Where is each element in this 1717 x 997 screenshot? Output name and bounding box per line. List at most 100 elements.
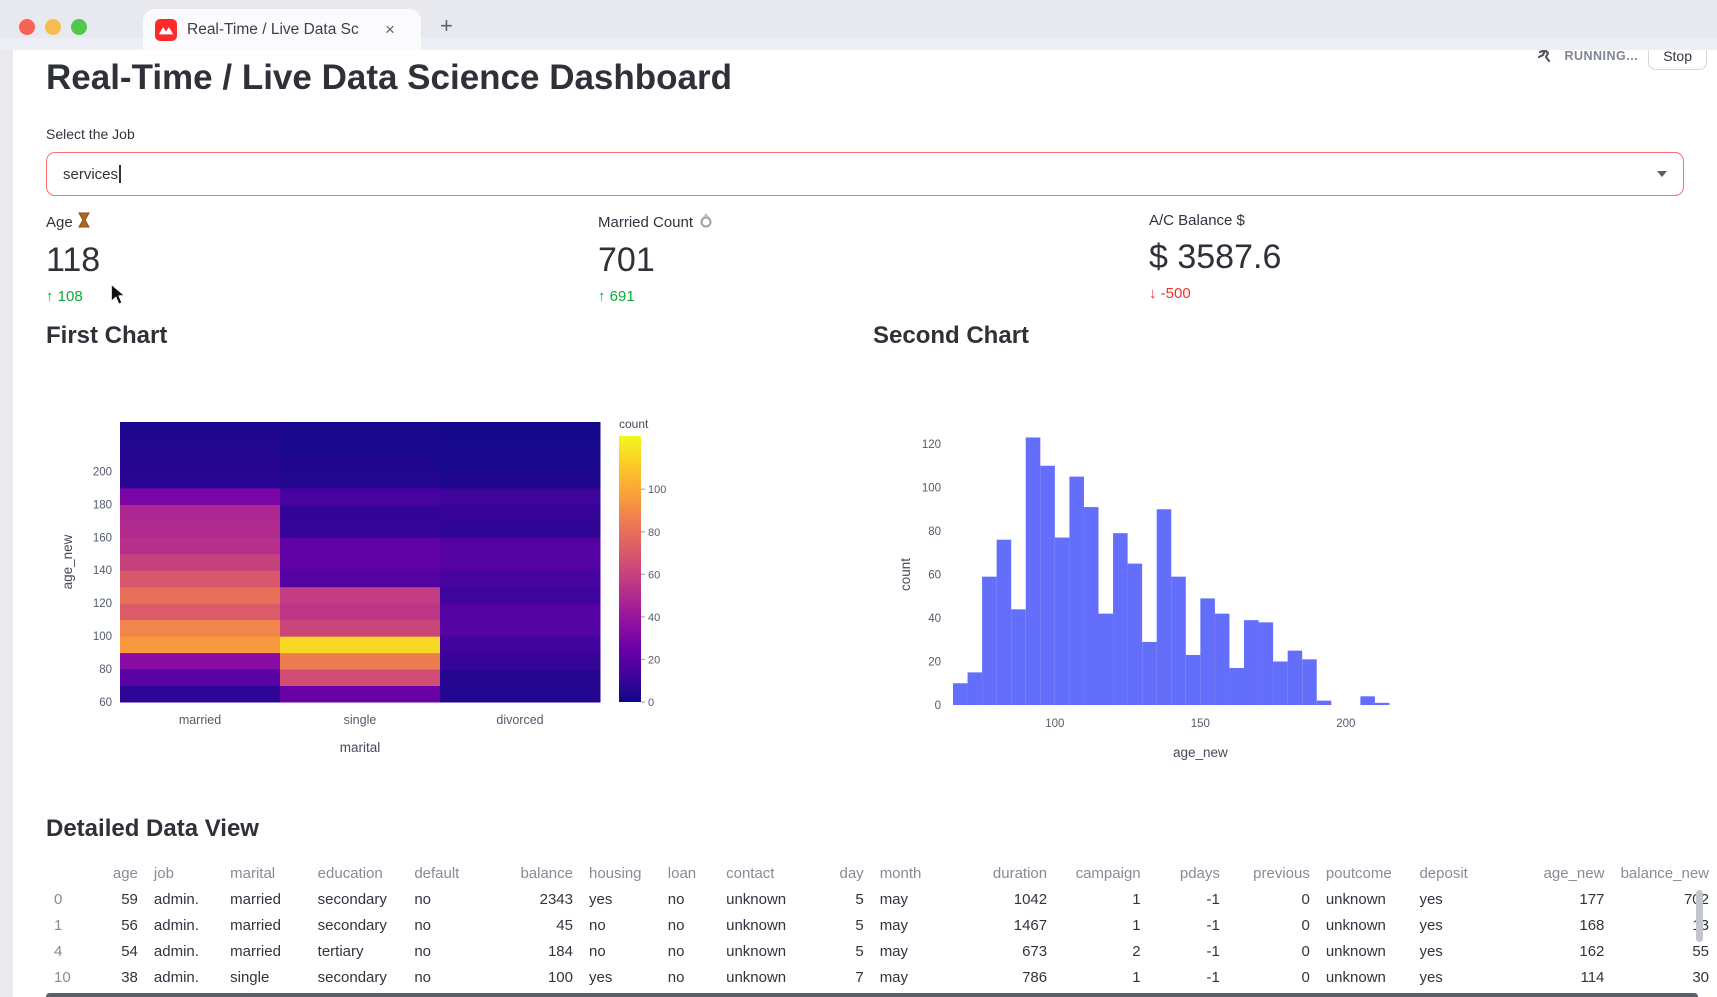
metric-balance: A/C Balance $ $ 3587.6 ↓ -500 — [1149, 212, 1281, 302]
table-cell: yes — [1411, 886, 1498, 912]
table-cell: 56 — [99, 912, 146, 938]
table-cell: admin. — [146, 964, 222, 990]
table-cell: contact — [718, 860, 823, 886]
metric-label: Married Count — [598, 214, 693, 231]
svg-text:20: 20 — [648, 654, 660, 666]
table-cell: 5 — [823, 886, 872, 912]
table-cell: unknown — [718, 938, 823, 964]
table-cell: previous — [1228, 860, 1318, 886]
table-cell: unknown — [718, 912, 823, 938]
svg-text:age_new: age_new — [1173, 745, 1228, 760]
table-scrollbar-vertical[interactable] — [1696, 890, 1703, 942]
table-cell: unknown — [1318, 912, 1412, 938]
table-cell: single — [222, 964, 310, 990]
table-cell: yes — [581, 964, 660, 990]
table-row: 1038admin.singlesecondaryno100yesnounkno… — [46, 964, 1717, 990]
table-cell: may — [872, 964, 942, 990]
table-cell: no — [660, 886, 718, 912]
svg-text:40: 40 — [928, 613, 941, 625]
metric-delta: ↑ 108 — [46, 288, 100, 305]
svg-text:age_new: age_new — [60, 534, 75, 589]
svg-text:200: 200 — [1336, 718, 1355, 730]
data-table[interactable]: agejobmaritaleducationdefaultbalancehous… — [46, 860, 1717, 997]
table-cell: married — [222, 886, 310, 912]
table-cell: 168 — [1499, 912, 1613, 938]
metric-value: $ 3587.6 — [1149, 238, 1281, 277]
table-cell: 0 — [1228, 964, 1318, 990]
section-heading-table: Detailed Data View — [46, 815, 259, 843]
window-gutter — [0, 50, 13, 997]
running-status: RUNNING... — [1564, 49, 1638, 63]
svg-text:160: 160 — [93, 532, 112, 544]
mouse-cursor-icon — [110, 284, 126, 311]
svg-text:60: 60 — [928, 570, 941, 582]
svg-text:married: married — [179, 713, 221, 727]
table-row: 059admin.marriedsecondaryno2343yesnounkn… — [46, 886, 1717, 912]
job-select[interactable]: services — [46, 152, 1684, 196]
table-cell: 0 — [1228, 886, 1318, 912]
table-cell: 1 — [1055, 912, 1149, 938]
table-cell: campaign — [1055, 860, 1149, 886]
table-cell: 114 — [1499, 964, 1613, 990]
table-cell: pdays — [1149, 860, 1228, 886]
table-cell — [46, 860, 99, 886]
table-cell: 10 — [46, 964, 99, 990]
table-cell: day — [823, 860, 872, 886]
svg-text:marital: marital — [340, 740, 381, 755]
traffic-light-minimize[interactable] — [45, 19, 61, 35]
table-cell: 59 — [99, 886, 146, 912]
table-cell: 786 — [942, 964, 1055, 990]
table-cell: -1 — [1149, 938, 1228, 964]
metric-value: 701 — [598, 241, 714, 280]
svg-text:80: 80 — [928, 526, 941, 538]
table-cell: 7 — [823, 964, 872, 990]
svg-text:divorced: divorced — [496, 713, 543, 727]
traffic-light-zoom[interactable] — [71, 19, 87, 35]
table-cell: 0 — [1228, 938, 1318, 964]
table-cell: 1 — [1055, 886, 1149, 912]
table-cell: 4 — [46, 938, 99, 964]
table-scrollbar-horizontal[interactable] — [46, 993, 1698, 997]
svg-text:0: 0 — [648, 697, 654, 709]
table-cell: -1 — [1149, 912, 1228, 938]
table-cell: 38 — [99, 964, 146, 990]
table-cell: education — [310, 860, 407, 886]
svg-text:140: 140 — [93, 565, 112, 577]
table-cell: no — [660, 912, 718, 938]
table-cell: 2 — [1055, 938, 1149, 964]
svg-text:120: 120 — [922, 439, 941, 451]
table-cell: 184 — [491, 938, 581, 964]
new-tab-button[interactable]: + — [440, 13, 453, 39]
text-cursor — [119, 165, 121, 183]
table-cell: unknown — [1318, 886, 1412, 912]
table-cell: no — [406, 938, 491, 964]
traffic-light-close[interactable] — [19, 19, 35, 35]
table-cell: deposit — [1411, 860, 1498, 886]
svg-text:200: 200 — [93, 466, 112, 478]
table-cell: 0 — [1228, 912, 1318, 938]
table-cell: 2343 — [491, 886, 581, 912]
browser-tab[interactable]: Real-Time / Live Data Sc × — [143, 9, 421, 50]
svg-text:120: 120 — [93, 598, 112, 610]
table-cell: 0 — [46, 886, 99, 912]
svg-text:100: 100 — [648, 484, 666, 496]
table-cell: no — [406, 964, 491, 990]
table-cell: housing — [581, 860, 660, 886]
table-cell: duration — [942, 860, 1055, 886]
tab-close-icon[interactable]: × — [385, 20, 395, 40]
svg-text:100: 100 — [1045, 718, 1064, 730]
job-select-value: services — [63, 166, 118, 183]
table-cell: marital — [222, 860, 310, 886]
table-cell: unknown — [718, 964, 823, 990]
table-cell: may — [872, 886, 942, 912]
table-cell: no — [406, 886, 491, 912]
svg-text:0: 0 — [935, 700, 941, 712]
table-cell: 1042 — [942, 886, 1055, 912]
chevron-down-icon[interactable] — [1657, 171, 1667, 177]
table-cell: unknown — [1318, 964, 1412, 990]
table-cell: 162 — [1499, 938, 1613, 964]
heatmap-chart: 6080100120140160180200marriedsingledivor… — [46, 408, 726, 773]
table-cell: no — [581, 938, 660, 964]
svg-text:60: 60 — [648, 569, 660, 581]
table-row: 156admin.marriedsecondaryno45nonounknown… — [46, 912, 1717, 938]
